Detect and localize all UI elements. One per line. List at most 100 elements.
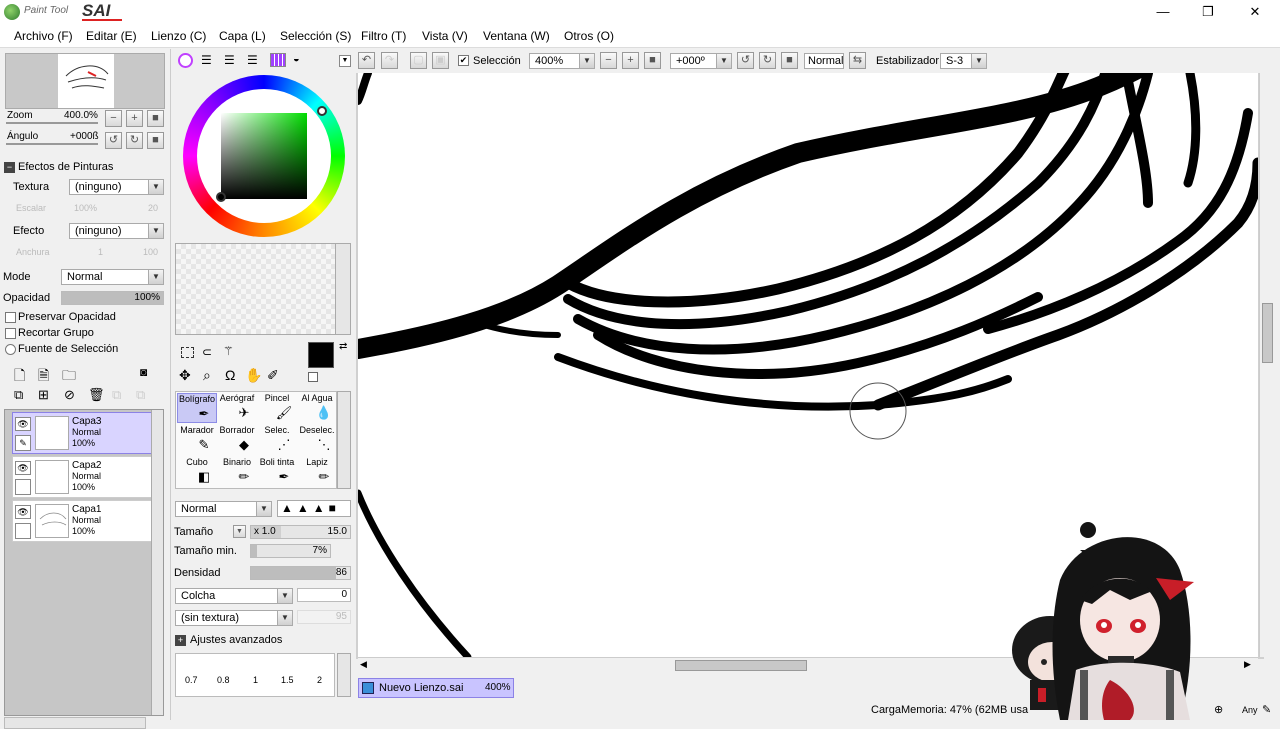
- tool-grid-scrollbar[interactable]: [337, 391, 351, 489]
- expand-advanced-icon[interactable]: +: [175, 635, 186, 646]
- layer-hscrollbar[interactable]: [4, 717, 146, 729]
- tool-deselec[interactable]: Deselec. ⋱: [297, 425, 337, 455]
- minimize-button[interactable]: —: [1148, 3, 1178, 21]
- selection-source-radio[interactable]: [5, 344, 16, 355]
- collapse-effects-button[interactable]: −: [4, 162, 15, 173]
- layer-mode-select[interactable]: Normal ▼: [61, 269, 164, 285]
- toolbar-rotate-left-button[interactable]: ↺: [737, 52, 754, 69]
- layer-list-scrollbar[interactable]: [151, 410, 163, 715]
- hsv-slider-tab-icon[interactable]: ☰: [224, 53, 235, 67]
- flip-view-button[interactable]: ⇆: [849, 52, 866, 69]
- tool-binario[interactable]: Binario ✏: [217, 457, 257, 487]
- canvas-vscroll-thumb[interactable]: [1262, 303, 1273, 363]
- blend-slider[interactable]: 0: [297, 588, 351, 602]
- transparent-color-icon[interactable]: [308, 372, 318, 382]
- stabilizer-select[interactable]: S-3 ▼: [940, 53, 987, 69]
- clip-group-checkbox[interactable]: [5, 328, 16, 339]
- size-preset[interactable]: 0.7: [185, 675, 198, 685]
- swatch-slider-tab-icon[interactable]: ☰: [247, 53, 258, 67]
- magic-wand-icon[interactable]: ⚚: [223, 344, 234, 358]
- density-slider[interactable]: 86: [250, 566, 351, 580]
- tool-al-agua[interactable]: Al Agua 💧: [297, 393, 337, 423]
- tool-pincel[interactable]: Pincel 🖌: [257, 393, 297, 423]
- close-button[interactable]: ✕: [1240, 3, 1270, 21]
- size-preset[interactable]: 1.5: [281, 675, 294, 685]
- zoom-in-button[interactable]: +: [126, 110, 143, 127]
- eye-icon[interactable]: 👁: [15, 417, 31, 431]
- menu-capa[interactable]: Capa (L): [219, 29, 266, 43]
- menu-ventana[interactable]: Ventana (W): [483, 29, 550, 43]
- swatch-grid-tab-icon[interactable]: [270, 53, 286, 67]
- move-icon[interactable]: ✥: [179, 367, 191, 384]
- eyedropper-icon[interactable]: ✐: [267, 367, 279, 384]
- eye-icon[interactable]: 👁: [15, 505, 31, 519]
- rotate-icon[interactable]: Ω: [225, 367, 235, 383]
- tool-aerografo[interactable]: Aerógraf ✈: [217, 393, 257, 423]
- effect-select[interactable]: (ninguno) ▼: [69, 223, 164, 239]
- rotate-reset-button[interactable]: ■: [147, 132, 164, 149]
- zoom-slider[interactable]: [6, 122, 98, 124]
- zoom-reset-button[interactable]: ■: [147, 110, 164, 127]
- size-dropdown-button[interactable]: ▼: [233, 525, 246, 538]
- layer-lock-box[interactable]: [15, 523, 31, 539]
- toolbar-zoom-select[interactable]: 400% ▼: [529, 53, 595, 69]
- tool-borrador[interactable]: Borrador ◆: [217, 425, 257, 455]
- selection-checkbox[interactable]: ✔: [458, 55, 469, 66]
- brush-shape-buttons[interactable]: ▲▲▲■: [277, 500, 351, 517]
- restore-button[interactable]: ❐: [1193, 3, 1223, 21]
- toolbar-zoom-in-button[interactable]: +: [622, 52, 639, 69]
- undo-button[interactable]: ↶: [358, 52, 375, 69]
- view-mode-select[interactable]: Normal: [804, 53, 844, 69]
- color-wheel[interactable]: [183, 75, 345, 237]
- toolbar-zoom-reset-button[interactable]: ■: [644, 52, 661, 69]
- scratchpad-area[interactable]: [175, 243, 351, 335]
- menu-filtro[interactable]: Filtro (T): [361, 29, 406, 43]
- invert-selection-button[interactable]: ▣: [432, 52, 449, 69]
- layer-item[interactable]: 👁 Capa2 Normal 100%: [12, 456, 152, 498]
- texture-select[interactable]: (ninguno) ▼: [69, 179, 164, 195]
- new-folder-icon[interactable]: 🗀: [62, 365, 76, 389]
- opacity-slider[interactable]: 100%: [61, 291, 164, 305]
- layer-mask-icon[interactable]: ◙: [140, 365, 147, 379]
- rotate-right-button[interactable]: ↻: [126, 132, 143, 149]
- canvas-hscroll-thumb[interactable]: [675, 660, 807, 671]
- size-preset[interactable]: 2: [317, 675, 322, 685]
- scratchpad-scrollbar[interactable]: [335, 244, 350, 334]
- deselect-button[interactable]: ▢: [410, 52, 427, 69]
- tool-boligrafo[interactable]: Bolígrafo ✒: [177, 393, 217, 423]
- menu-vista[interactable]: Vista (V): [422, 29, 468, 43]
- layer-lock-box[interactable]: [15, 479, 31, 495]
- hand-icon[interactable]: ✋: [245, 367, 262, 384]
- clear-layer-icon[interactable]: ⊘: [64, 387, 75, 403]
- scroll-right-icon[interactable]: ▶: [1244, 659, 1251, 670]
- size-presets-scrollbar[interactable]: [337, 653, 351, 697]
- panel-collapse-icon[interactable]: ▼: [339, 55, 351, 67]
- zoom-icon[interactable]: ⌕: [203, 367, 211, 384]
- menu-editar[interactable]: Editar (E): [86, 29, 137, 43]
- tool-marador[interactable]: Marador ✎: [177, 425, 217, 455]
- rotate-left-button[interactable]: ↺: [105, 132, 122, 149]
- size-slider[interactable]: x 1.0 15.0: [250, 525, 351, 539]
- color-wheel-tab-icon[interactable]: [178, 53, 193, 68]
- rgb-slider-tab-icon[interactable]: ☰: [201, 53, 212, 67]
- toolbar-rotate-right-button[interactable]: ↻: [759, 52, 776, 69]
- brush-mode-select[interactable]: Normal ▼: [175, 501, 272, 517]
- layer-item[interactable]: 👁 Capa1 Normal 100%: [12, 500, 152, 542]
- size-preset[interactable]: 1: [253, 675, 258, 685]
- toolbar-rotate-reset-button[interactable]: ■: [781, 52, 798, 69]
- scratchpad-tab-icon[interactable]: ◒: [293, 53, 300, 65]
- brush-texture-select[interactable]: (sin textura) ▼: [175, 610, 293, 626]
- navigator-preview[interactable]: [5, 53, 165, 109]
- size-preset[interactable]: 0.8: [217, 675, 230, 685]
- canvas-tab[interactable]: Nuevo Lienzo.sai 400%: [358, 678, 514, 698]
- toolbar-zoom-out-button[interactable]: −: [600, 52, 617, 69]
- tool-cubo[interactable]: Cubo ◧: [177, 457, 217, 487]
- angle-slider[interactable]: [6, 143, 98, 145]
- tool-selec[interactable]: Selec. ⋰: [257, 425, 297, 455]
- menu-archivo[interactable]: Archivo (F): [14, 29, 73, 43]
- eye-icon[interactable]: 👁: [15, 461, 31, 475]
- blend-select[interactable]: Colcha ▼: [175, 588, 293, 604]
- tool-boli-tinta[interactable]: Boli tinta ✒: [257, 457, 297, 487]
- redo-button[interactable]: ↷: [381, 52, 398, 69]
- menu-seleccion[interactable]: Selección (S): [280, 29, 351, 43]
